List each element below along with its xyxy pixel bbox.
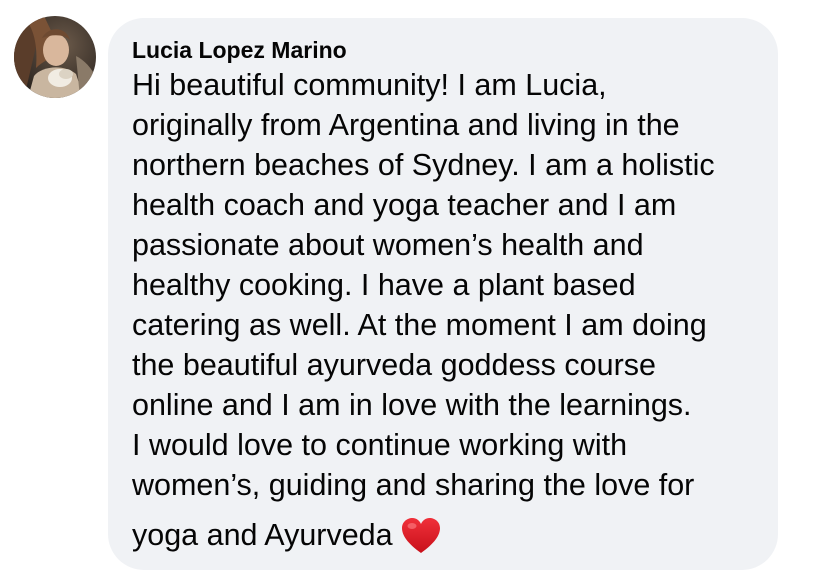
red-heart-icon: [401, 517, 441, 565]
comment-text: Hi beautiful community! I am Lucia, orig…: [132, 65, 754, 565]
comment-line: women’s, guiding and sharing the love fo…: [132, 468, 695, 502]
comment-line: I would love to continue working with: [132, 428, 628, 462]
avatar[interactable]: [14, 16, 96, 98]
comment-screen: Lucia Lopez Marino Hi beautiful communit…: [0, 0, 818, 574]
comment-line: passionate about women’s health and: [132, 228, 644, 262]
comment-line-last: yoga and Ayurveda: [132, 515, 754, 565]
comment-bubble: Lucia Lopez Marino Hi beautiful communit…: [108, 18, 778, 570]
comment-line: health coach and yoga teacher and I am: [132, 188, 677, 222]
comment-line: healthy cooking. I have a plant based: [132, 268, 636, 302]
comment-line: yoga and Ayurveda: [132, 518, 393, 552]
comment-line: catering as well. At the moment I am doi…: [132, 308, 707, 342]
comment-line: Hi beautiful community! I am Lucia,: [132, 68, 607, 102]
comment-author[interactable]: Lucia Lopez Marino: [132, 36, 754, 64]
comment-line: originally from Argentina and living in …: [132, 108, 680, 142]
comment-line: northern beaches of Sydney. I am a holis…: [132, 148, 715, 182]
comment-line: online and I am in love with the learnin…: [132, 388, 692, 422]
avatar-photo: [14, 16, 96, 98]
comment-line: the beautiful ayurveda goddess course: [132, 348, 656, 382]
